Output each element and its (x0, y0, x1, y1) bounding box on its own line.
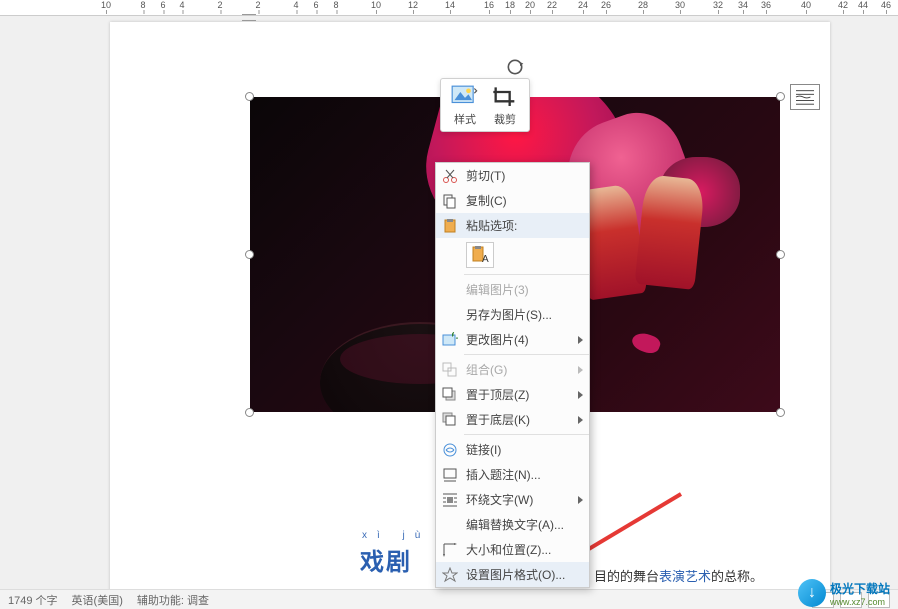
resize-handle-icon[interactable] (245, 92, 254, 101)
context-menu: 剪切(T) 复制(C) 粘贴选项: A 编辑图片(3) 另存为图片(S)... … (435, 162, 590, 588)
ruler-tick: 10 (371, 0, 381, 10)
ruler-tick: 12 (408, 0, 418, 10)
ruler-tick: 8 (140, 0, 145, 10)
ruler-tick: 26 (601, 0, 611, 10)
crop-icon (491, 85, 519, 109)
ruler-tick: 14 (445, 0, 455, 10)
ruler-tick: 8 (333, 0, 338, 10)
layout-options-icon (794, 88, 816, 106)
caption-icon (442, 467, 458, 483)
ruler-tick: 32 (713, 0, 723, 10)
ruler-tick: 4 (293, 0, 298, 10)
status-word-count[interactable]: 1749 个字 (8, 592, 58, 608)
menu-send-back[interactable]: 置于底层(K) (436, 407, 589, 432)
ruler-tick: 10 (101, 0, 111, 10)
submenu-arrow-icon (578, 416, 583, 424)
ruler-tick: 36 (761, 0, 771, 10)
ruler-tick: 30 (675, 0, 685, 10)
brand-url: www.xz7.com (830, 597, 890, 607)
picture-mini-toolbar: 样式 裁剪 (440, 78, 530, 132)
change-image-icon (442, 332, 458, 348)
ruler-tick: 2 (217, 0, 222, 10)
menu-paste-options-header: 粘贴选项: (436, 213, 589, 238)
picture-style-icon (451, 85, 479, 109)
format-picture-icon (442, 567, 458, 583)
wrap-text-icon (442, 492, 458, 508)
ruler-tick: 6 (160, 0, 165, 10)
menu-save-as-image[interactable]: 另存为图片(S)... (436, 302, 589, 327)
bring-front-icon (442, 387, 458, 403)
menu-edit-alt-text[interactable]: 编辑替换文字(A)... (436, 512, 589, 537)
menu-group: 组合(G) (436, 357, 589, 382)
paste-icon (442, 218, 458, 234)
ruler-tick: 28 (638, 0, 648, 10)
download-icon: ↓ (798, 579, 826, 607)
link-icon (442, 442, 458, 458)
menu-bring-front[interactable]: 置于顶层(Z) (436, 382, 589, 407)
submenu-arrow-icon (578, 391, 583, 399)
ruler-tick: 22 (547, 0, 557, 10)
layout-options-button[interactable] (790, 84, 820, 110)
submenu-arrow-icon (578, 366, 583, 374)
resize-handle-icon[interactable] (245, 408, 254, 417)
ruler-tick: 2 (255, 0, 260, 10)
document-paragraph-continued: 目的的舞台表演艺术的总称。 (594, 566, 763, 585)
resize-handle-icon[interactable] (245, 250, 254, 259)
ruler-tick: 24 (578, 0, 588, 10)
menu-size-position[interactable]: 大小和位置(Z)... (436, 537, 589, 562)
menu-copy[interactable]: 复制(C) (436, 188, 589, 213)
menu-format-picture[interactable]: 设置图片格式(O)... (436, 562, 589, 587)
watermark-logo: ↓ 极光下载站 www.xz7.com (798, 579, 890, 607)
ruler-tick: 20 (525, 0, 535, 10)
size-position-icon (442, 542, 458, 558)
send-back-icon (442, 412, 458, 428)
menu-edit-image: 编辑图片(3) (436, 277, 589, 302)
cut-icon (442, 168, 458, 184)
status-bar: 1749 个字 英语(美国) 辅助功能: 调查 (0, 589, 898, 609)
copy-icon (442, 193, 458, 209)
ruler-tick: 4 (179, 0, 184, 10)
ruler-tick: 40 (801, 0, 811, 10)
group-icon (442, 362, 458, 378)
menu-cut[interactable]: 剪切(T) (436, 163, 589, 188)
ruler-tick: 18 (505, 0, 515, 10)
menu-insert-caption[interactable]: 插入题注(N)... (436, 462, 589, 487)
submenu-arrow-icon (578, 336, 583, 344)
paste-option-row: A (436, 238, 589, 272)
status-language[interactable]: 英语(美国) (72, 592, 123, 608)
resize-handle-icon[interactable] (776, 250, 785, 259)
ruler-tick: 46 (881, 0, 891, 10)
ruler-tick: 42 (838, 0, 848, 10)
status-accessibility[interactable]: 辅助功能: 调查 (137, 592, 209, 608)
submenu-arrow-icon (578, 496, 583, 504)
horizontal-ruler: 1086422468101214161820222426283032343640… (0, 0, 898, 16)
crop-label: 裁剪 (494, 111, 516, 127)
menu-change-image[interactable]: 更改图片(4) (436, 327, 589, 352)
crop-button[interactable]: 裁剪 (491, 85, 519, 127)
menu-wrap-text[interactable]: 环绕文字(W) (436, 487, 589, 512)
rotate-handle-icon[interactable] (505, 57, 525, 77)
ruler-indent-marker[interactable] (242, 11, 262, 25)
paste-keep-text-button[interactable]: A (466, 242, 494, 268)
pinyin-annotation: xì jù (362, 530, 430, 541)
ruler-tick: 44 (858, 0, 868, 10)
document-heading: 戏剧 (360, 542, 412, 577)
svg-text:A: A (482, 254, 489, 264)
menu-link[interactable]: 链接(I) (436, 437, 589, 462)
picture-style-button[interactable]: 样式 (451, 85, 479, 127)
ruler-tick: 34 (738, 0, 748, 10)
resize-handle-icon[interactable] (776, 408, 785, 417)
ruler-tick: 6 (313, 0, 318, 10)
brand-name: 极光下载站 (830, 580, 890, 597)
ruler-tick: 16 (484, 0, 494, 10)
resize-handle-icon[interactable] (776, 92, 785, 101)
style-label: 样式 (454, 111, 476, 127)
